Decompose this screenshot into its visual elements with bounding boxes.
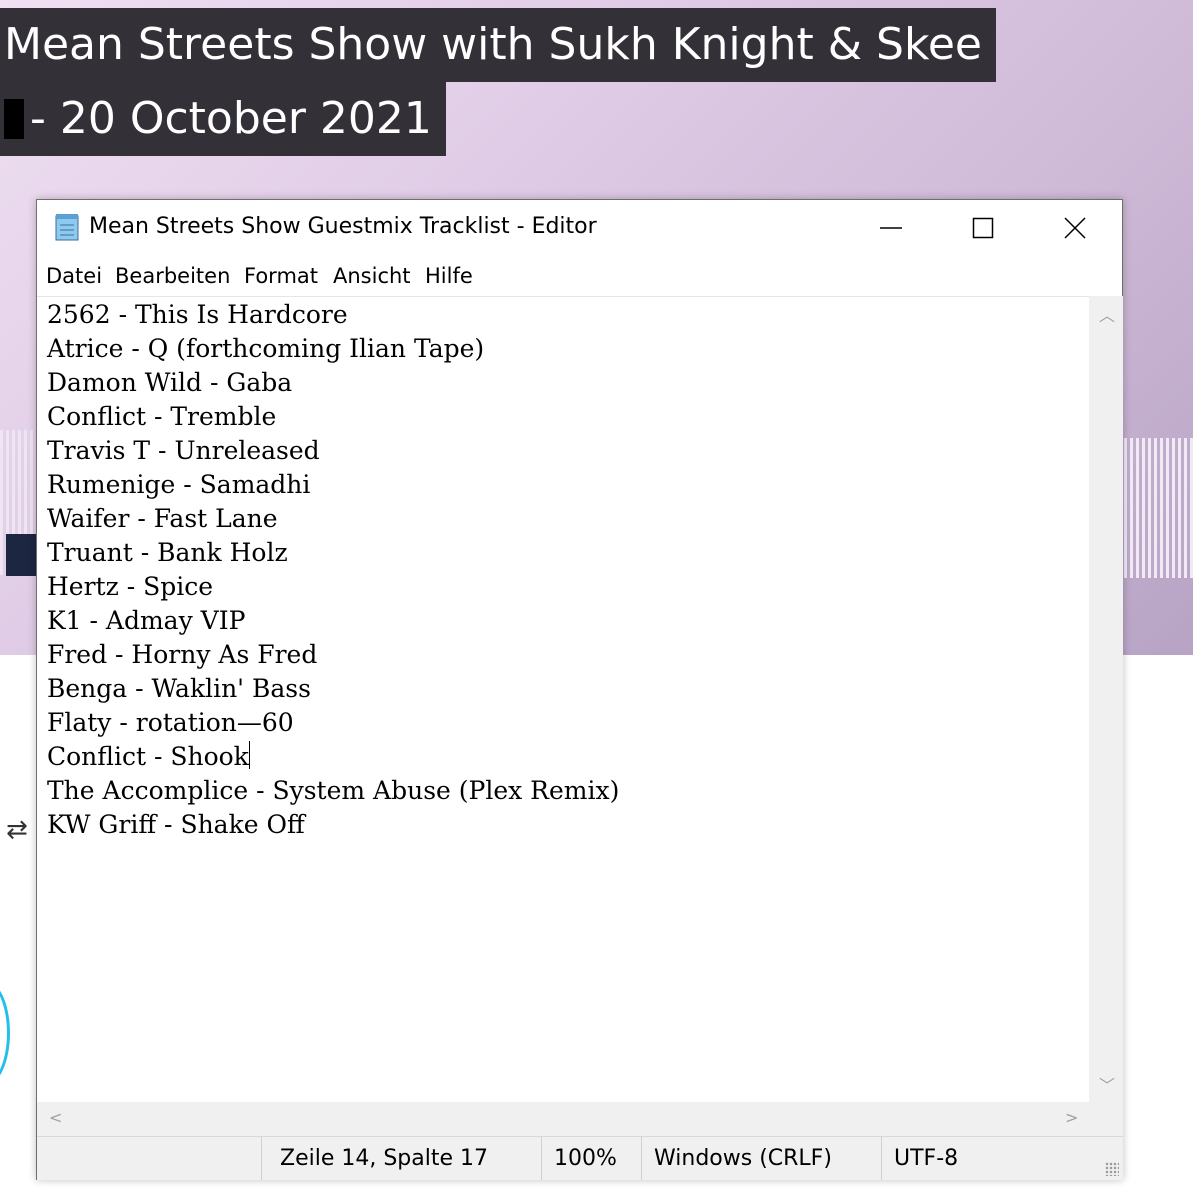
- maximize-button[interactable]: [937, 200, 1029, 256]
- repost-icon[interactable]: ⇄: [6, 815, 28, 845]
- text-line: Rumenige - Samadhi: [47, 470, 311, 499]
- track-title-line-2: - 20 October 2021: [0, 82, 446, 156]
- status-encoding-cell: UTF-8: [881, 1137, 1124, 1180]
- text-line: Flaty - rotation—60: [47, 708, 294, 737]
- title-glyph-fragment: [4, 99, 24, 139]
- menu-hilfe[interactable]: Hilfe: [425, 264, 473, 288]
- menu-ansicht[interactable]: Ansicht: [333, 264, 411, 288]
- minimize-icon: [880, 227, 902, 229]
- text-line-caret: Conflict - Shook: [47, 740, 250, 774]
- text-line: Fred - Horny As Fred: [47, 640, 318, 669]
- scrollbar-corner: [1089, 1102, 1123, 1136]
- track-date: - 20 October 2021: [30, 93, 432, 144]
- scroll-up-icon[interactable]: ︿: [1099, 302, 1115, 326]
- minimize-button[interactable]: [845, 200, 937, 256]
- status-bar: Zeile 14, Spalte 17 100% Windows (CRLF) …: [37, 1136, 1123, 1180]
- close-icon: [1064, 217, 1086, 239]
- text-line: Conflict - Tremble: [47, 402, 277, 431]
- text-line: K1 - Admay VIP: [47, 606, 246, 635]
- text-caret: [248, 741, 250, 769]
- horizontal-scrollbar[interactable]: < >: [37, 1102, 1089, 1136]
- text-line: Hertz - Spice: [47, 572, 214, 601]
- menu-format[interactable]: Format: [244, 264, 318, 288]
- status-zoom-cell: 100%: [541, 1137, 642, 1180]
- text-line: Truant - Bank Holz: [47, 538, 288, 567]
- track-title-line-1: Mean Streets Show with Sukh Knight & Ske…: [0, 8, 996, 82]
- maximize-icon: [972, 217, 994, 239]
- scroll-left-icon[interactable]: <: [49, 1108, 62, 1127]
- text-line: Waifer - Fast Lane: [47, 504, 278, 533]
- notepad-window: Mean Streets Show Guestmix Tracklist - E…: [36, 199, 1123, 1180]
- text-line: Travis T - Unreleased: [47, 436, 320, 465]
- scroll-right-icon[interactable]: >: [1065, 1108, 1078, 1127]
- notepad-icon: [55, 214, 79, 241]
- status-line-endings-cell: Windows (CRLF): [641, 1137, 882, 1180]
- menu-bearbeiten[interactable]: Bearbeiten: [115, 264, 230, 288]
- vertical-scrollbar[interactable]: ︿ ﹀: [1089, 296, 1123, 1102]
- status-line-endings: Windows (CRLF): [654, 1146, 832, 1171]
- text-line: Conflict - Shook: [47, 742, 249, 771]
- text-line: The Accomplice - System Abuse (Plex Remi…: [47, 776, 620, 805]
- text-line: Atrice - Q (forthcoming Ilian Tape): [47, 334, 485, 363]
- status-encoding: UTF-8: [894, 1146, 959, 1171]
- comment-avatar-thumbnail[interactable]: [6, 534, 36, 576]
- menu-datei[interactable]: Datei: [46, 264, 102, 288]
- text-line: 2562 - This Is Hardcore: [47, 300, 348, 329]
- status-zoom: 100%: [554, 1146, 617, 1171]
- status-position-cell: Zeile 14, Spalte 17: [261, 1137, 542, 1180]
- menu-bar: Datei Bearbeiten Format Ansicht Hilfe: [37, 258, 1122, 296]
- status-position: Zeile 14, Spalte 17: [280, 1146, 489, 1171]
- text-line: KW Griff - Shake Off: [47, 810, 305, 839]
- scroll-down-icon[interactable]: ﹀: [1099, 1072, 1115, 1096]
- text-line: Benga - Waklin' Bass: [47, 674, 311, 703]
- title-bar[interactable]: Mean Streets Show Guestmix Tracklist - E…: [37, 200, 1122, 258]
- text-line: Damon Wild - Gaba: [47, 368, 293, 397]
- close-button[interactable]: [1029, 200, 1121, 256]
- waveform-right[interactable]: [1124, 438, 1193, 578]
- resize-grip-icon[interactable]: [1105, 1162, 1119, 1176]
- window-title: Mean Streets Show Guestmix Tracklist - E…: [89, 214, 597, 239]
- text-editor-area[interactable]: 2562 - This Is Hardcore Atrice - Q (fort…: [37, 296, 1089, 1103]
